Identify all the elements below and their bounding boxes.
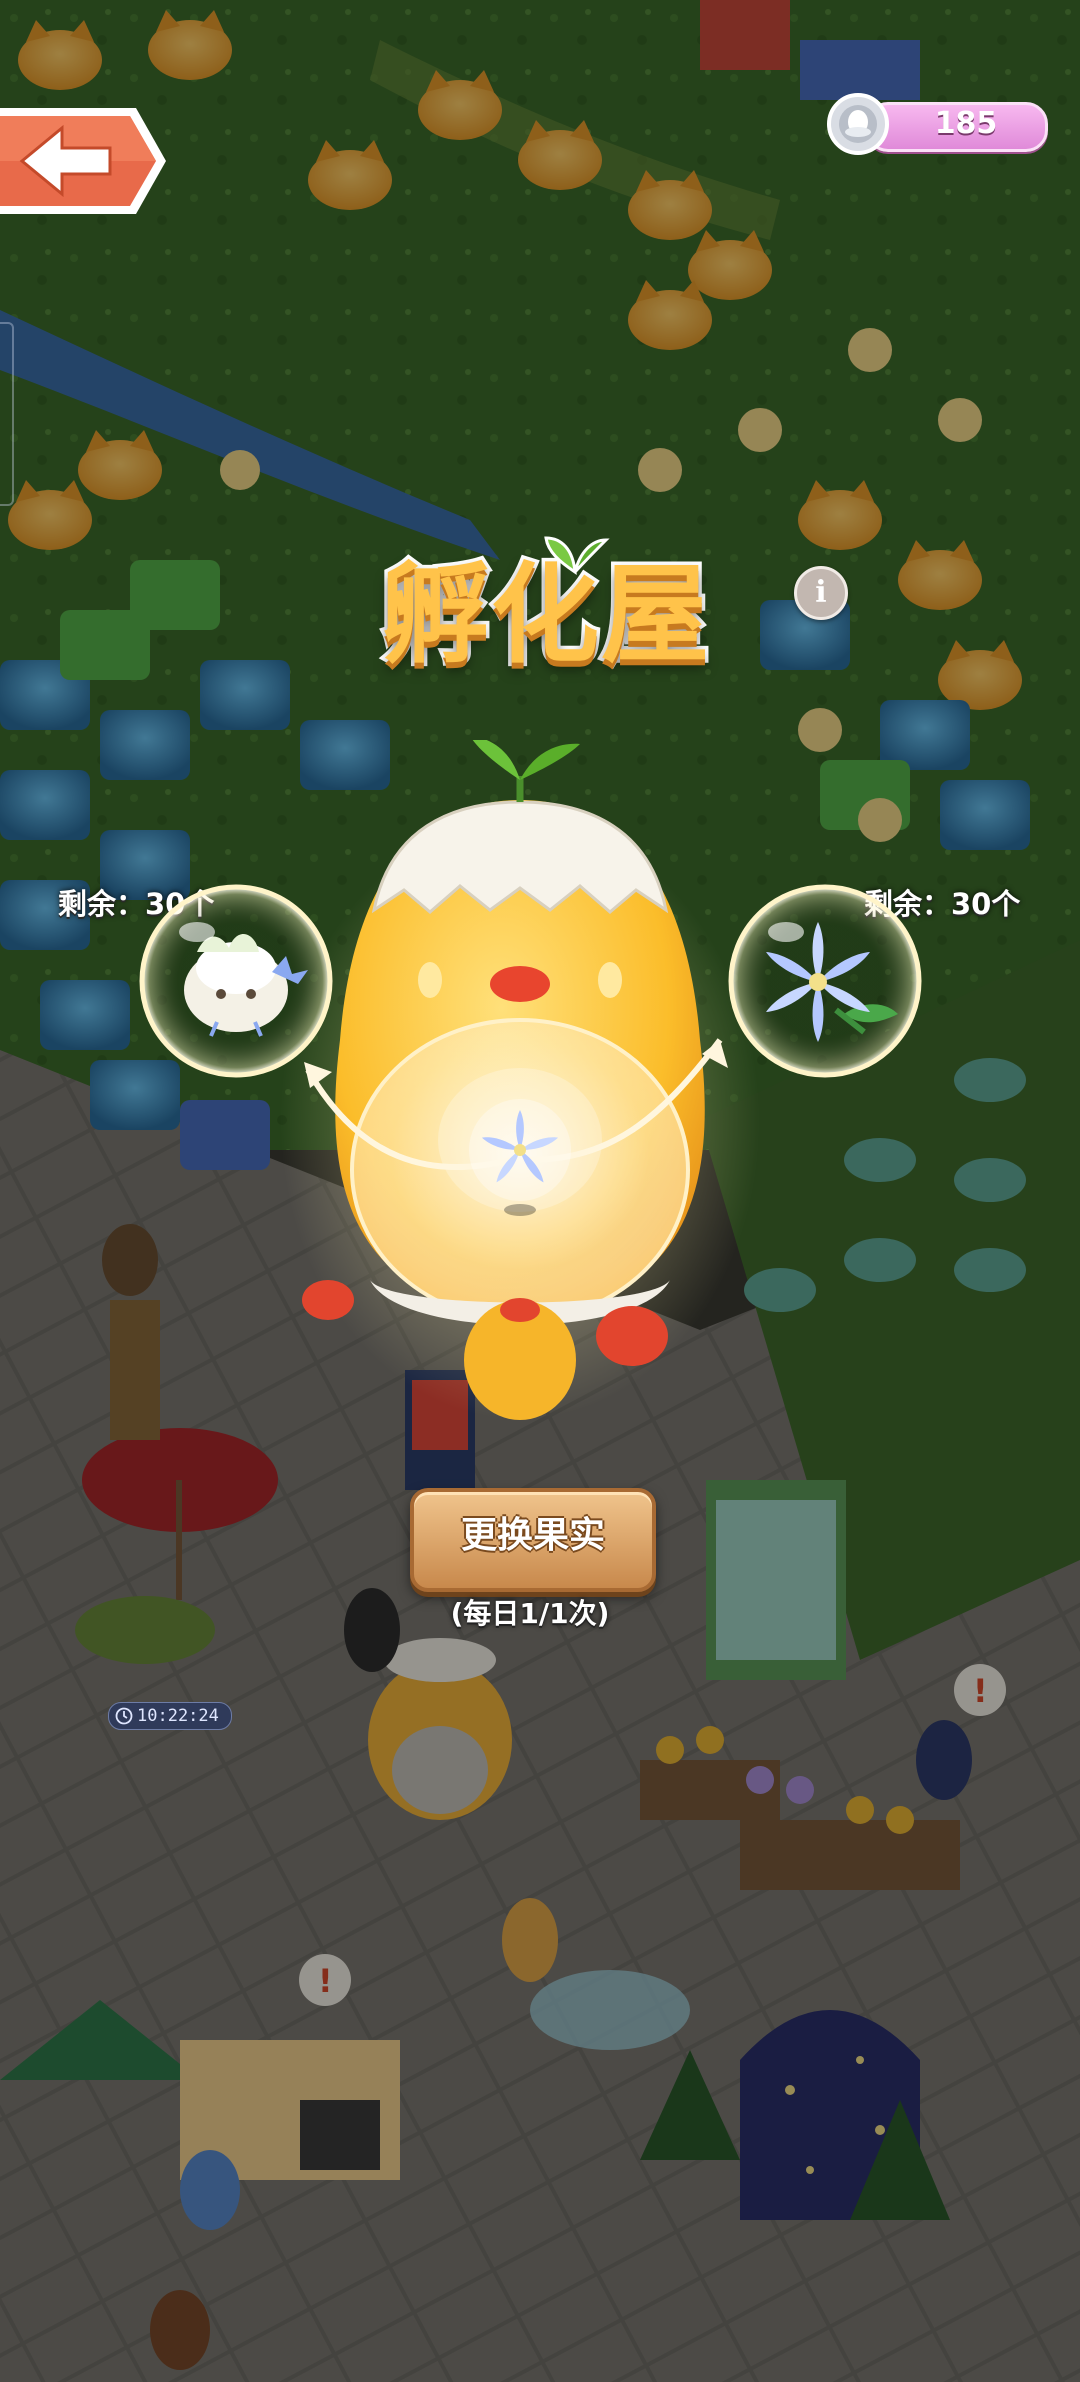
daily-limit-label: (每日1/1次) (450, 1597, 610, 1630)
back-button[interactable] (0, 102, 168, 220)
sprout-leaf-icon (544, 536, 610, 575)
incubator-chick (280, 740, 760, 1420)
currency-amount: 185 (934, 106, 998, 141)
clock-icon (115, 1707, 133, 1725)
svg-text:!: ! (318, 1962, 333, 2000)
change-fruit-button[interactable]: 更换果实 (410, 1488, 656, 1592)
timer-text: 10:22:24 (137, 1706, 219, 1726)
silver-coin-icon (827, 93, 889, 155)
currency-display: 185 (826, 92, 1048, 156)
page-title-banner: 孵化屋 (326, 488, 766, 728)
scene-timer: 10:22:24 (108, 1702, 232, 1730)
svg-text:!: ! (973, 1672, 988, 1710)
sprout-icon (472, 740, 580, 802)
left-edge-handle[interactable] (0, 322, 14, 506)
info-icon[interactable]: i (794, 566, 848, 620)
